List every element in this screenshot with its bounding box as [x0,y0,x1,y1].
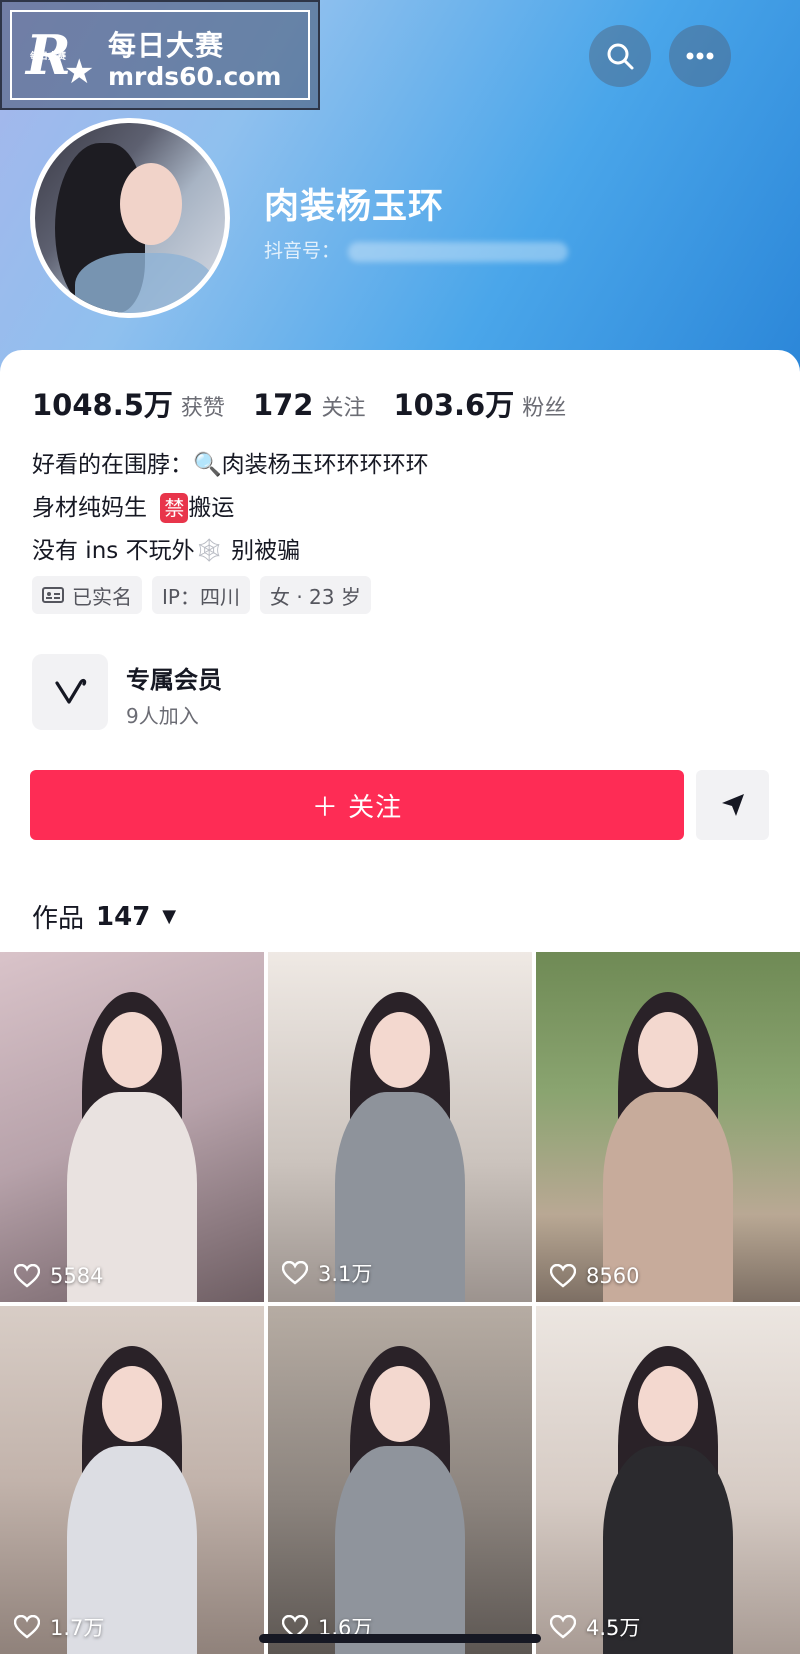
video-tile[interactable]: 8560 [536,952,800,1302]
douyin-id[interactable]: 抖音号： [264,236,569,263]
share-button[interactable] [696,770,769,840]
video-tile[interactable]: 3.1万 [268,952,532,1302]
magnifier-icon: 🔍 [193,452,222,478]
avatar[interactable] [30,118,230,318]
more-icon [686,52,714,60]
heart-icon [550,1615,576,1639]
tags-row: 已实名 IP：四川 女 · 23 岁 [32,576,381,614]
video-tile[interactable]: 1.6万 [268,1306,532,1654]
search-icon [607,43,634,70]
follow-button[interactable]: ＋ 关注 [30,770,684,840]
search-button[interactable] [589,25,651,87]
profile-header: R 每日大赛 ★ 每日大赛 mrds60.com 肉装杨玉环 抖音号： [0,0,800,380]
bio: 好看的在围脖：🔍肉装杨玉环环环环环 身材纯妈生 禁搬运 没有 ins 不玩外🕸 … [32,444,429,573]
heart-icon [282,1261,308,1285]
spiderweb-icon: 🕸 [194,538,224,564]
video-tile[interactable]: 5584 [0,952,264,1302]
blurred-id [348,241,569,262]
nickname: 肉装杨玉环 [264,187,445,227]
star-icon: ★ [64,52,95,92]
stat-following[interactable]: 172 关注 [253,388,366,422]
profile-card: 1048.5万 获赞 172 关注 103.6万 粉丝 好看的在围脖：🔍肉装杨玉… [0,350,800,1654]
video-tile[interactable]: 4.5万 [536,1306,800,1654]
watermark-title: 每日大赛 [108,29,225,62]
exclusive-member[interactable]: 专属会员 9人加入 [32,652,432,732]
bio-line-1: 好看的在围脖：🔍肉装杨玉环环环环环 [32,452,429,478]
video-tile[interactable]: 1.7万 [0,1306,264,1654]
id-card-icon [42,587,64,603]
watermark: R 每日大赛 ★ 每日大赛 mrds60.com [0,0,320,110]
bio-line-2: 身材纯妈生 禁搬运 [32,493,235,523]
heart-icon [14,1615,40,1639]
likes-count: 3.1万 [282,1258,372,1288]
likes-count: 4.5万 [550,1612,640,1642]
works-tab[interactable]: 作品 147 ▼ [32,898,176,935]
tag-ip: IP：四川 [152,576,250,614]
tag-gender-age: 女 · 23 岁 [259,576,371,614]
member-v-icon [32,654,108,730]
heart-icon [14,1264,40,1288]
stat-likes[interactable]: 1048.5万 获赞 [32,382,225,424]
heart-icon [550,1264,576,1288]
likes-count: 8560 [550,1264,639,1288]
stats-row: 1048.5万 获赞 172 关注 103.6万 粉丝 [32,382,594,424]
caret-down-icon: ▼ [162,906,177,927]
home-indicator[interactable] [259,1634,541,1643]
more-button[interactable] [669,25,731,87]
bio-line-3: 没有 ins 不玩外🕸 别被骗 [32,538,301,564]
likes-count: 1.7万 [14,1612,104,1642]
send-icon [721,794,744,816]
forbidden-badge: 禁 [160,493,189,523]
likes-count: 5584 [14,1264,103,1288]
tag-verified: 已实名 [32,576,142,614]
watermark-url: mrds60.com [108,62,282,91]
stat-followers[interactable]: 103.6万 粉丝 [394,382,567,424]
